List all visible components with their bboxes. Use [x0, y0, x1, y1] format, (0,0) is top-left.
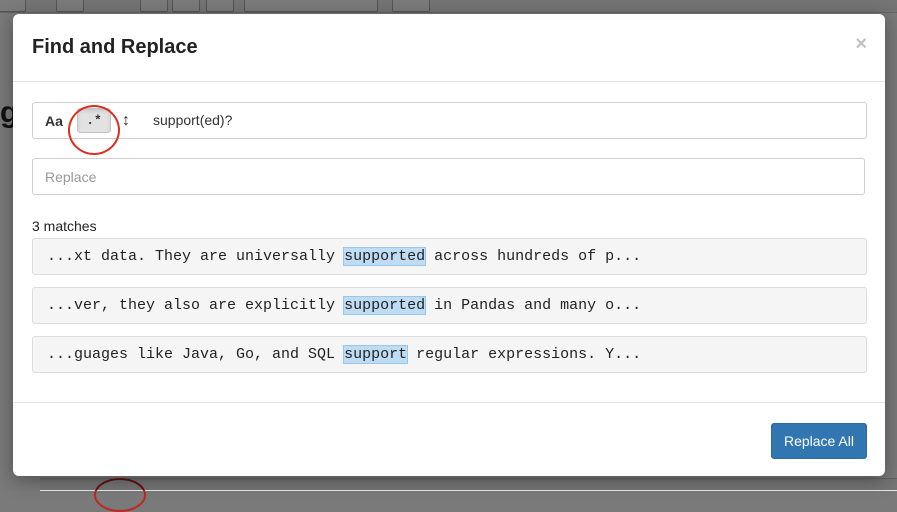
result-after: regular expressions. Y...	[407, 346, 642, 363]
find-input-group: Aa .* ↕	[32, 102, 867, 139]
sort-arrows-icon[interactable]: ↕	[117, 103, 135, 138]
dialog-header: Find and Replace ×	[13, 14, 885, 82]
result-match: support	[343, 345, 409, 364]
result-after: across hundreds of p...	[425, 248, 642, 265]
find-input[interactable]	[143, 104, 853, 135]
result-before: ...guages like Java, Go, and SQL	[47, 346, 345, 363]
dialog-title: Find and Replace	[32, 36, 198, 58]
close-icon[interactable]: ×	[855, 34, 867, 54]
replace-all-button[interactable]: Replace All	[770, 423, 867, 459]
find-replace-dialog: Find and Replace × Aa .* ↕ 3 matches ...…	[13, 14, 885, 476]
dialog-footer: Replace All	[13, 402, 885, 477]
search-result-item[interactable]: ...ver, they also are explicitly support…	[32, 287, 867, 324]
result-match: supported	[343, 296, 427, 315]
result-after: in Pandas and many o...	[425, 297, 642, 314]
search-result-item[interactable]: ...guages like Java, Go, and SQL support…	[32, 336, 867, 373]
search-result-item[interactable]: ...xt data. They are universally support…	[32, 238, 867, 275]
match-case-toggle[interactable]: Aa	[39, 103, 69, 138]
result-before: ...ver, they also are explicitly	[47, 297, 345, 314]
replace-input[interactable]	[32, 158, 865, 195]
regex-toggle[interactable]: .*	[77, 108, 111, 133]
match-count: 3 matches	[32, 218, 97, 234]
result-match: supported	[343, 247, 427, 266]
result-before: ...xt data. They are universally	[47, 248, 345, 265]
